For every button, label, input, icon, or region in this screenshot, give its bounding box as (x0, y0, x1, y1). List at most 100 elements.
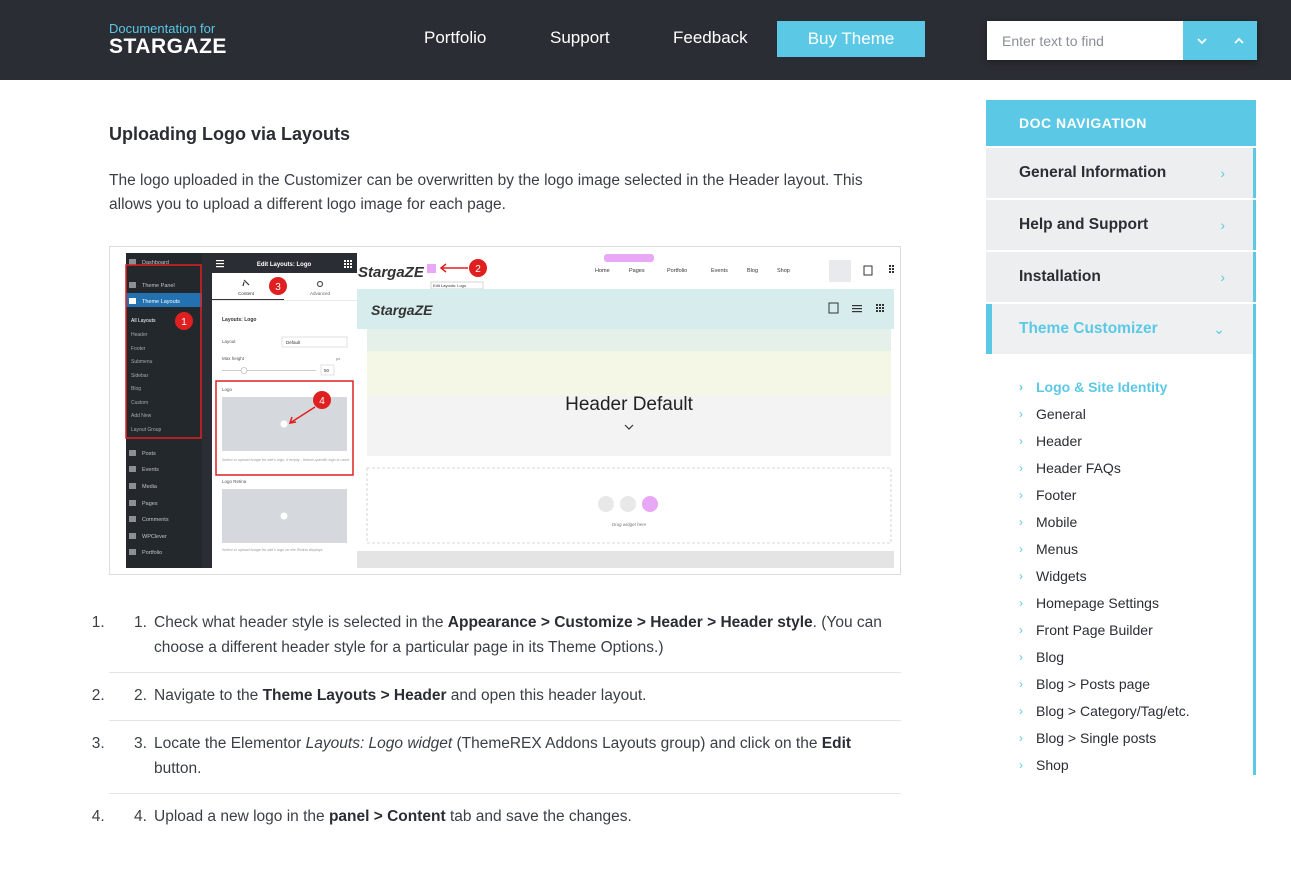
step-item: 4. Upload a new logo in the panel > Cont… (109, 794, 901, 841)
chevron-up-icon (1233, 37, 1244, 44)
admin-menu-pages: Pages (142, 501, 158, 507)
subnav-header[interactable]: › Header (986, 428, 1253, 455)
subnav-blog-posts-page[interactable]: › Blog > Posts page (986, 671, 1253, 698)
chevron-right-icon: › (1019, 434, 1023, 448)
chevron-down-icon: ⌄ (1213, 321, 1225, 337)
panel-layout-select[interactable]: Default (286, 340, 301, 345)
subnav-shop[interactable]: › Shop (986, 752, 1253, 775)
chevron-right-icon: › (1220, 165, 1225, 181)
screenshot-figure: Dashboard Theme Panel Theme Layouts All … (109, 246, 901, 575)
folder-icon[interactable] (620, 496, 636, 512)
chevron-right-icon: › (1019, 569, 1023, 583)
panel-logo-label: Logo (222, 387, 233, 392)
admin-sub-blog: Blog (131, 386, 141, 392)
top-bar: Documentation for STARGAZE Portfolio Sup… (0, 0, 1291, 80)
chevron-right-icon: › (1019, 488, 1023, 502)
chevron-right-icon: › (1019, 704, 1023, 718)
search-prev-button[interactable] (1220, 21, 1257, 60)
subnav-general[interactable]: › General (986, 401, 1253, 428)
subnav-logo-site-identity[interactable]: › Logo & Site Identity (986, 374, 1253, 401)
chevron-right-icon: › (1019, 596, 1023, 610)
panel-layout-label: Layout (222, 339, 236, 344)
subnav-blog-single-posts[interactable]: › Blog > Single posts (986, 725, 1253, 752)
nav-feedback[interactable]: Feedback (673, 27, 748, 49)
admin-menu-posts: Posts (142, 451, 156, 457)
chevron-right-icon: › (1019, 677, 1023, 691)
chevron-right-icon: › (1019, 623, 1023, 637)
admin-sub-header: Header (131, 332, 148, 338)
nav-portfolio[interactable]: Portfolio (424, 27, 486, 49)
chevron-right-icon: › (1019, 731, 1023, 745)
marker-3: 3 (269, 277, 287, 295)
preview-nav-pages: Pages (629, 268, 645, 274)
subnav-header-faqs[interactable]: › Header FAQs (986, 455, 1253, 482)
panel-title: Edit Layouts: Logo (257, 262, 312, 268)
doc-navigation-heading: DOC NAVIGATION (986, 100, 1256, 146)
add-widget-icon[interactable] (598, 496, 614, 512)
chevron-right-icon: › (1220, 269, 1225, 285)
slider-handle[interactable] (240, 367, 248, 374)
step-item: 3. Locate the Elementor Layouts: Logo wi… (109, 721, 901, 794)
subnav-footer[interactable]: › Footer (986, 482, 1253, 509)
brand-title: STARGAZE (109, 35, 227, 58)
site-logo[interactable]: Documentation for STARGAZE (109, 22, 227, 58)
preview-tooltip: Edit Layouts: Logo (433, 283, 467, 288)
preview-nav-events: Events (711, 268, 728, 274)
subnav-blog-category[interactable]: › Blog > Category/Tag/etc. (986, 698, 1253, 725)
panel-maxheight-label: Max height (222, 356, 245, 361)
intro-paragraph: The logo uploaded in the Customizer can … (109, 172, 863, 213)
search-input[interactable] (987, 21, 1183, 60)
sidebar-item-help-and-support[interactable]: Help and Support › (986, 200, 1256, 250)
panel-maxheight-input[interactable]: 50 (324, 368, 330, 373)
preview-nav-portfolio: Portfolio (667, 268, 687, 274)
chevron-right-icon: › (1019, 380, 1023, 394)
admin-sub-submenu: Submenu (131, 359, 153, 365)
marker-1: 1 (175, 312, 193, 330)
panel-logo-help: Select or upload image for site's logo, … (222, 458, 350, 462)
subnav-front-page-builder[interactable]: › Front Page Builder (986, 617, 1253, 644)
ai-icon[interactable] (642, 496, 658, 512)
preview-nav-blog: Blog (747, 268, 758, 274)
subnav-widgets[interactable]: › Widgets (986, 563, 1253, 590)
subnav-blog[interactable]: › Blog (986, 644, 1253, 671)
admin-menu-theme-panel: Theme Panel (142, 283, 175, 289)
chevron-right-icon: › (1019, 650, 1023, 664)
nav-support[interactable]: Support (550, 27, 610, 49)
layout-screenshot: Dashboard Theme Panel Theme Layouts All … (116, 253, 894, 568)
chevron-right-icon: › (1019, 407, 1023, 421)
admin-sub-footer: Footer (131, 346, 146, 352)
chevron-right-icon: › (1019, 461, 1023, 475)
admin-menu-wpclever: WPClever (142, 534, 167, 540)
sidebar-item-theme-customizer[interactable]: Theme Customizer ⌄ (986, 304, 1256, 354)
sidebar-item-general-information[interactable]: General Information › (986, 148, 1256, 198)
admin-sub-layout-group: Layout Group (131, 427, 162, 433)
admin-menu-events: Events (142, 467, 159, 473)
doc-navigation: DOC NAVIGATION General Information › Help… (986, 100, 1256, 775)
panel-logo-retina-help: Select or upload image for site's logo o… (222, 548, 323, 552)
subnav-menus[interactable]: › Menus (986, 536, 1253, 563)
preview-heading: Header Default (565, 394, 694, 415)
step-item: 1. Check what header style is selected i… (109, 600, 901, 673)
chevron-right-icon: › (1019, 758, 1023, 772)
panel-section-label: Layouts: Logo (222, 317, 256, 323)
steps-list: 1. Check what header style is selected i… (109, 600, 901, 841)
subnav-homepage-settings[interactable]: › Homepage Settings (986, 590, 1253, 617)
panel-logo-retina-label: Logo Retina (222, 479, 247, 484)
chevron-right-icon: › (1019, 515, 1023, 529)
admin-menu-theme-layouts: Theme Layouts (142, 299, 180, 305)
preview-sticky-logo: StargaZE (371, 302, 433, 318)
sidebar-item-installation[interactable]: Installation › (986, 252, 1256, 302)
admin-sub-sidebar: Sidebar (131, 373, 149, 379)
admin-menu-portfolio: Portfolio (142, 550, 162, 556)
admin-sub-custom: Custom (131, 400, 148, 406)
svg-text:1: 1 (181, 317, 187, 328)
subnav-mobile[interactable]: › Mobile (986, 509, 1253, 536)
drop-zone-text: Drag widget here (612, 522, 647, 527)
admin-menu-comments: Comments (142, 517, 169, 523)
panel-tab-advanced[interactable]: Advanced (310, 291, 331, 296)
search-next-button[interactable] (1183, 21, 1220, 60)
panel-tab-content[interactable]: Content (238, 291, 255, 296)
search-box (987, 21, 1257, 60)
svg-text:3: 3 (275, 282, 281, 293)
buy-theme-button[interactable]: Buy Theme (777, 21, 925, 57)
